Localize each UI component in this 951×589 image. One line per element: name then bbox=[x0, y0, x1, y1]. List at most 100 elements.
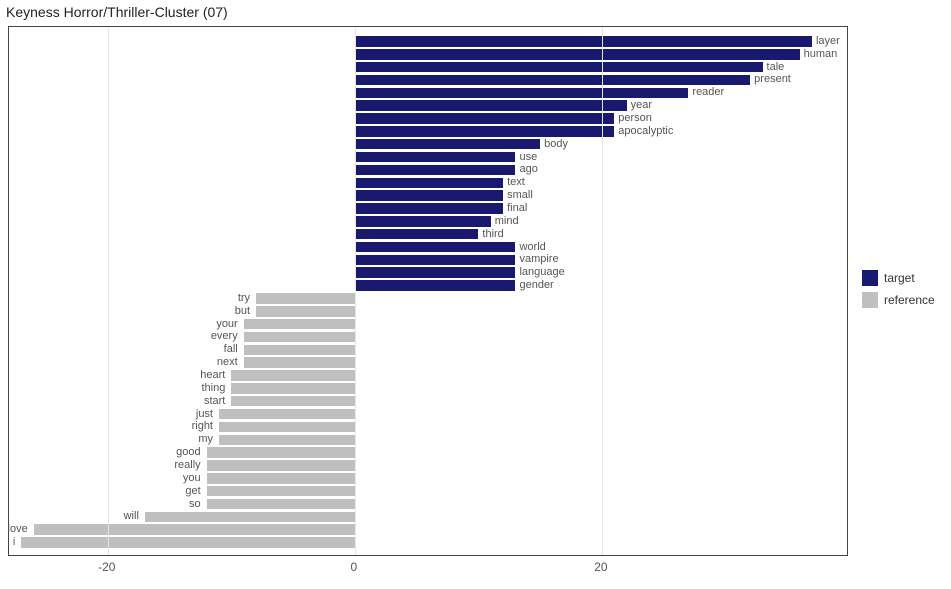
bar-label: love bbox=[8, 524, 28, 535]
legend-swatch-reference bbox=[862, 292, 878, 308]
bar-label: vampire bbox=[519, 254, 558, 265]
bar-label: you bbox=[183, 473, 201, 484]
bar-row: start bbox=[9, 396, 847, 407]
bar-label: every bbox=[211, 331, 238, 342]
bar-reference bbox=[207, 499, 355, 510]
bar-row: so bbox=[9, 499, 847, 510]
bar-label: text bbox=[507, 177, 525, 188]
x-tick-label: 20 bbox=[594, 560, 607, 574]
bar-target bbox=[355, 139, 540, 150]
gridline bbox=[355, 27, 356, 555]
bar-reference bbox=[207, 460, 355, 471]
bar-row: third bbox=[9, 229, 847, 240]
bar-row: my bbox=[9, 435, 847, 446]
bar-row: mind bbox=[9, 216, 847, 227]
bar-label: language bbox=[519, 267, 564, 278]
bar-label: fall bbox=[224, 344, 238, 355]
bar-label: body bbox=[544, 139, 568, 150]
chart-title: Keyness Horror/Thriller-Cluster (07) bbox=[6, 4, 228, 20]
bar-target bbox=[355, 178, 503, 189]
bar-row: reader bbox=[9, 88, 847, 99]
bar-row: i bbox=[9, 537, 847, 548]
bar-label: third bbox=[482, 229, 503, 240]
bar-target bbox=[355, 242, 516, 253]
bar-label: start bbox=[204, 396, 225, 407]
bar-reference bbox=[34, 524, 355, 535]
bar-label: year bbox=[631, 100, 652, 111]
bar-label: thing bbox=[202, 383, 226, 394]
legend-item-reference: reference bbox=[862, 292, 935, 308]
bar-label: but bbox=[235, 306, 250, 317]
bar-row: gender bbox=[9, 280, 847, 291]
bar-label: tale bbox=[767, 62, 785, 73]
bar-target bbox=[355, 229, 479, 240]
bar-reference bbox=[207, 447, 355, 458]
bar-row: vampire bbox=[9, 255, 847, 266]
bar-label: your bbox=[216, 319, 237, 330]
bar-target bbox=[355, 126, 614, 137]
bar-reference bbox=[244, 345, 355, 356]
bar-target bbox=[355, 255, 516, 266]
bar-reference bbox=[145, 512, 355, 523]
bar-label: try bbox=[238, 293, 250, 304]
bar-row: just bbox=[9, 409, 847, 420]
bar-row: you bbox=[9, 473, 847, 484]
bar-label: present bbox=[754, 74, 791, 85]
bar-reference bbox=[219, 422, 355, 433]
bar-target bbox=[355, 267, 516, 278]
bar-row: ago bbox=[9, 165, 847, 176]
bar-target bbox=[355, 152, 516, 163]
bar-label: so bbox=[189, 499, 201, 510]
bar-label: person bbox=[618, 113, 652, 124]
bar-label: will bbox=[124, 511, 139, 522]
bar-label: gender bbox=[519, 280, 553, 291]
legend-item-target: target bbox=[862, 270, 935, 286]
bar-target bbox=[355, 49, 800, 60]
bar-row: fall bbox=[9, 345, 847, 356]
legend-label: target bbox=[884, 271, 915, 285]
bar-reference bbox=[256, 293, 355, 304]
bar-label: use bbox=[519, 152, 537, 163]
bar-target bbox=[355, 203, 503, 214]
bar-label: next bbox=[217, 357, 238, 368]
bar-target bbox=[355, 280, 516, 291]
bar-label: human bbox=[804, 49, 838, 60]
bar-label: small bbox=[507, 190, 533, 201]
bar-row: but bbox=[9, 306, 847, 317]
bar-reference bbox=[244, 332, 355, 343]
gridline bbox=[602, 27, 603, 555]
bar-target bbox=[355, 113, 614, 124]
bar-reference bbox=[207, 486, 355, 497]
bar-label: layer bbox=[816, 36, 840, 47]
bar-row: every bbox=[9, 332, 847, 343]
bars-container: layer human talepresent readeryear person apo… bbox=[9, 35, 847, 547]
bar-row: heart bbox=[9, 370, 847, 381]
bar-label: i bbox=[13, 537, 15, 548]
bar-row: thing bbox=[9, 383, 847, 394]
bar-target bbox=[355, 88, 689, 99]
bar-row: final bbox=[9, 203, 847, 214]
bar-label: just bbox=[196, 409, 213, 420]
bar-row: body bbox=[9, 139, 847, 150]
bar-target bbox=[355, 36, 812, 47]
bar-target bbox=[355, 190, 503, 201]
bar-row: use bbox=[9, 152, 847, 163]
bar-row: apocalyptic bbox=[9, 126, 847, 137]
x-tick-label: 0 bbox=[351, 560, 358, 574]
bar-row: small bbox=[9, 190, 847, 201]
bar-row: text bbox=[9, 178, 847, 189]
bar-row: really bbox=[9, 460, 847, 471]
bar-row: get bbox=[9, 486, 847, 497]
bar-row: try bbox=[9, 293, 847, 304]
bar-row: layer bbox=[9, 36, 847, 47]
plot-area: layer human talepresent readeryear person apo… bbox=[8, 26, 848, 556]
bar-target bbox=[355, 100, 627, 111]
bar-row: good bbox=[9, 447, 847, 458]
bar-row: world bbox=[9, 242, 847, 253]
bar-target bbox=[355, 75, 750, 86]
bar-row: love bbox=[9, 524, 847, 535]
bar-label: get bbox=[185, 486, 200, 497]
bar-row: person bbox=[9, 113, 847, 124]
x-tick-label: -20 bbox=[98, 560, 115, 574]
bar-label: right bbox=[192, 421, 213, 432]
